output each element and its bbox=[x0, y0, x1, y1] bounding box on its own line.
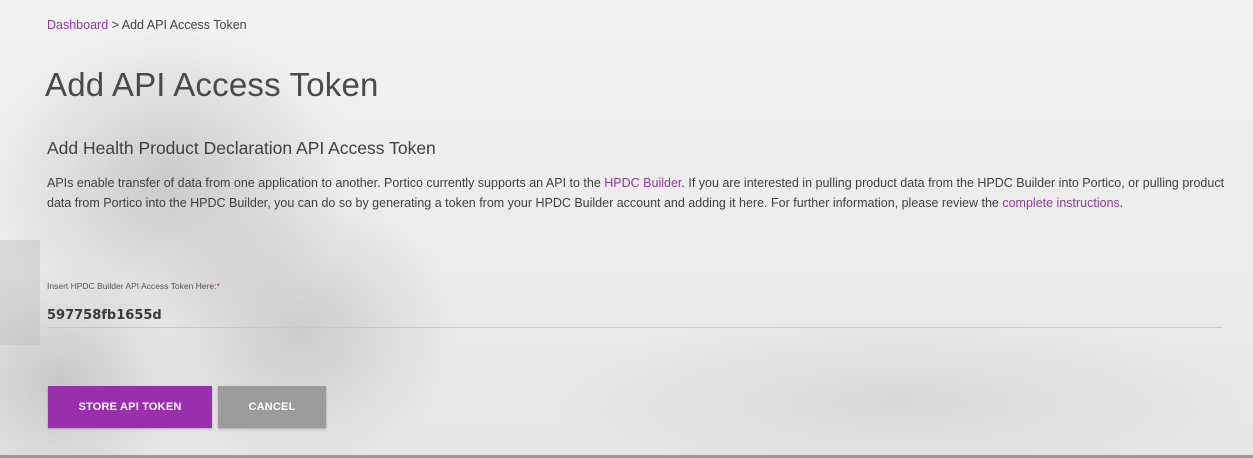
hpdc-builder-link[interactable]: HPDC Builder bbox=[604, 176, 681, 190]
description-text-1: APIs enable transfer of data from one ap… bbox=[47, 176, 605, 190]
section-title: Add Health Product Declaration API Acces… bbox=[47, 138, 436, 158]
breadcrumb: Dashboard > Add API Access Token bbox=[47, 18, 247, 32]
complete-instructions-link[interactable]: complete instructions bbox=[1002, 196, 1119, 210]
page-title: Add API Access Token bbox=[45, 66, 379, 103]
side-panel-edge bbox=[0, 240, 40, 345]
api-token-input[interactable] bbox=[47, 303, 1222, 328]
token-field-label: Insert HPDC Builder API Access Token Her… bbox=[47, 281, 220, 291]
required-asterisk: * bbox=[216, 281, 220, 291]
breadcrumb-dashboard-link[interactable]: Dashboard bbox=[47, 18, 108, 32]
description-paragraph: APIs enable transfer of data from one ap… bbox=[47, 173, 1227, 213]
breadcrumb-separator: > bbox=[111, 18, 119, 32]
page: Dashboard > Add API Access Token Add API… bbox=[0, 0, 1253, 458]
cancel-button[interactable]: CANCEL bbox=[218, 386, 326, 428]
token-field-label-text: Insert HPDC Builder API Access Token Her… bbox=[47, 281, 217, 291]
breadcrumb-current: Add API Access Token bbox=[121, 18, 247, 32]
store-api-token-button[interactable]: STORE API TOKEN bbox=[48, 386, 212, 428]
description-text-3: . bbox=[1119, 196, 1124, 210]
